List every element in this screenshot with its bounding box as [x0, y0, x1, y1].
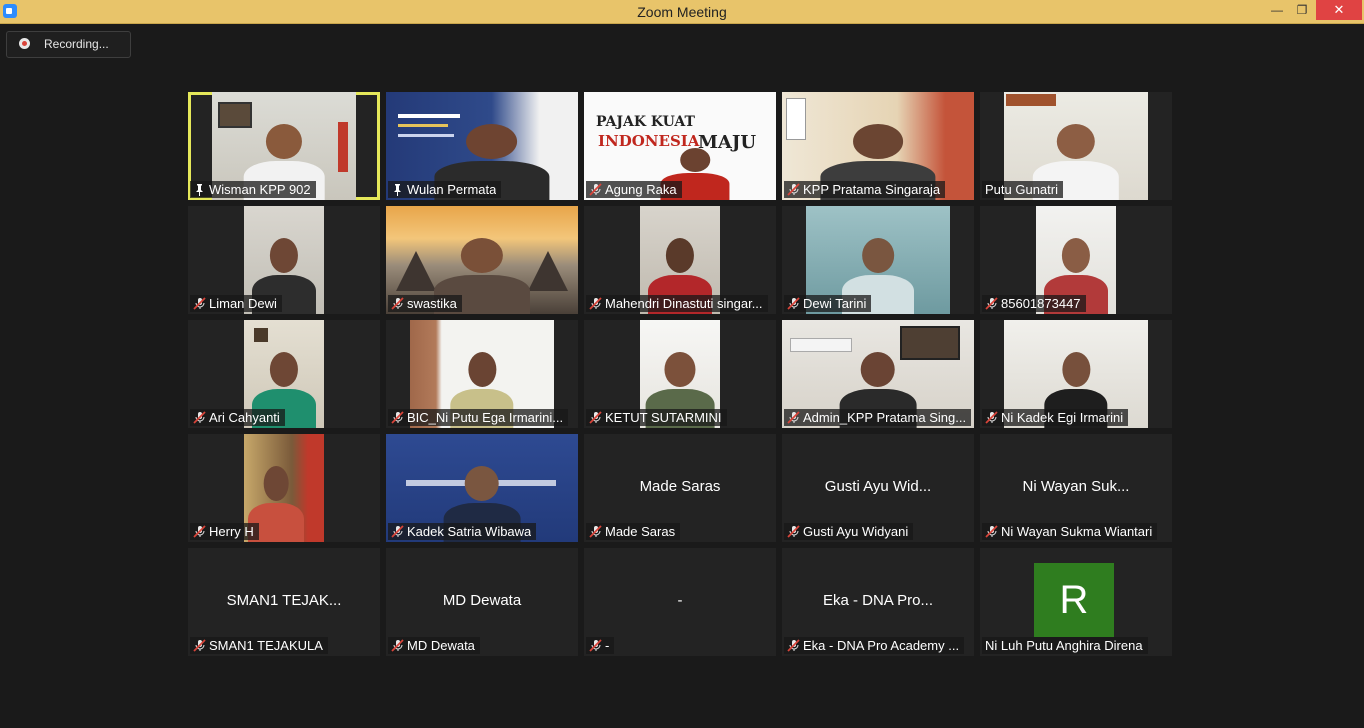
participant-tile[interactable]: SMAN1 TEJAK... SMAN1 TEJAKULA: [188, 548, 380, 656]
participant-name-tag: swastika: [388, 295, 462, 312]
mic-muted-icon: [589, 525, 602, 538]
participant-name-tag: Ni Wayan Sukma Wiantari: [982, 523, 1158, 540]
recording-label: Recording...: [44, 37, 109, 51]
pin-icon: [394, 184, 401, 196]
participant-display-name: Eka - DNA Pro...: [822, 592, 934, 609]
participant-name-tag: Ari Cahyanti: [190, 409, 285, 426]
mic-muted-icon: [391, 525, 404, 538]
participant-name-tag: KETUT SUTARMINI: [586, 409, 727, 426]
participant-name-tag: KPP Pratama Singaraja: [784, 181, 946, 198]
participant-tile[interactable]: Wisman KPP 902: [188, 92, 380, 200]
participant-tile[interactable]: Mahendri Dinastuti singar...: [584, 206, 776, 314]
mic-muted-icon: [391, 297, 404, 310]
participant-tile[interactable]: Dewi Tarini: [782, 206, 974, 314]
mic-muted-icon: [193, 297, 206, 310]
participant-name-tag: BIC_Ni Putu Ega Irmarini...: [388, 409, 569, 426]
participant-tile[interactable]: KETUT SUTARMINI: [584, 320, 776, 428]
mic-muted-icon: [589, 297, 602, 310]
participant-display-name: Gusti Ayu Wid...: [824, 478, 932, 495]
participant-tile[interactable]: Made Saras Made Saras: [584, 434, 776, 542]
participant-tile[interactable]: KPP Pratama Singaraja: [782, 92, 974, 200]
participant-tile[interactable]: - -: [584, 548, 776, 656]
maximize-button[interactable]: ❐: [1287, 0, 1317, 20]
participant-tile[interactable]: Eka - DNA Pro... Eka - DNA Pro Academy .…: [782, 548, 974, 656]
participant-tile[interactable]: BIC_Ni Putu Ega Irmarini...: [386, 320, 578, 428]
recording-indicator[interactable]: Recording...: [6, 31, 131, 58]
participant-display-name: Ni Wayan Suk...: [1022, 478, 1130, 495]
participant-tile[interactable]: Liman Dewi: [188, 206, 380, 314]
participant-display-name: SMAN1 TEJAK...: [226, 592, 342, 609]
mic-muted-icon: [391, 411, 404, 424]
participant-display-name: MD Dewata: [442, 592, 522, 609]
mic-muted-icon: [985, 525, 998, 538]
participant-tile[interactable]: R Ni Luh Putu Anghira Direna: [980, 548, 1172, 656]
participant-name-tag: Gusti Ayu Widyani: [784, 523, 914, 540]
mic-muted-icon: [985, 411, 998, 424]
participant-tile[interactable]: Admin_KPP Pratama Sing...: [782, 320, 974, 428]
mic-muted-icon: [589, 411, 602, 424]
mic-muted-icon: [787, 411, 800, 424]
participant-tile[interactable]: Kadek Satria Wibawa: [386, 434, 578, 542]
participant-name-tag: Wulan Permata: [388, 181, 502, 198]
mic-muted-icon: [193, 639, 206, 652]
participant-name-tag: Putu Gunatri: [982, 181, 1063, 198]
participant-name-tag: Ni Kadek Egi Irmarini: [982, 409, 1129, 426]
participant-display-name: Made Saras: [639, 478, 721, 495]
mic-muted-icon: [787, 297, 800, 310]
participant-tile[interactable]: Ni Wayan Suk... Ni Wayan Sukma Wiantari: [980, 434, 1172, 542]
participant-name-tag: 85601873447: [982, 295, 1086, 312]
gallery-view: Wisman KPP 902 Wulan Permata PAJAK KUAT …: [188, 92, 1174, 658]
pin-icon: [196, 184, 203, 196]
window-title: Zoom Meeting: [637, 4, 727, 20]
record-icon: [19, 38, 30, 49]
mic-muted-icon: [787, 183, 800, 196]
close-button[interactable]: ✕: [1316, 0, 1362, 20]
participant-display-name: -: [677, 592, 683, 609]
mic-muted-icon: [391, 639, 404, 652]
participant-tile[interactable]: Gusti Ayu Wid... Gusti Ayu Widyani: [782, 434, 974, 542]
participant-name-tag: -: [586, 637, 615, 654]
participant-name-tag: Admin_KPP Pratama Sing...: [784, 409, 972, 426]
participant-tile[interactable]: MD Dewata MD Dewata: [386, 548, 578, 656]
mic-muted-icon: [589, 183, 602, 196]
participant-name-tag: SMAN1 TEJAKULA: [190, 637, 328, 654]
participant-name-tag: Made Saras: [586, 523, 681, 540]
participant-name-tag: Kadek Satria Wibawa: [388, 523, 537, 540]
participant-name-tag: Eka - DNA Pro Academy ...: [784, 637, 965, 654]
participant-name-tag: Dewi Tarini: [784, 295, 872, 312]
mic-muted-icon: [787, 639, 800, 652]
window-titlebar: Zoom Meeting — ❐ ✕: [0, 0, 1364, 24]
participant-tile[interactable]: PAJAK KUAT INDONESIA MAJU Agung Raka: [584, 92, 776, 200]
participant-tile[interactable]: Putu Gunatri: [980, 92, 1172, 200]
participant-name-tag: Herry H: [190, 523, 259, 540]
participant-tile[interactable]: swastika: [386, 206, 578, 314]
participant-name-tag: Mahendri Dinastuti singar...: [586, 295, 768, 312]
participant-name-tag: Wisman KPP 902: [190, 181, 316, 198]
mic-muted-icon: [589, 639, 602, 652]
mic-muted-icon: [787, 525, 800, 538]
mic-muted-icon: [985, 297, 998, 310]
participant-name-tag: Agung Raka: [586, 181, 682, 198]
mic-muted-icon: [193, 525, 206, 538]
participant-tile[interactable]: 85601873447: [980, 206, 1172, 314]
participant-avatar: R: [1034, 563, 1114, 637]
participant-tile[interactable]: Herry H: [188, 434, 380, 542]
participant-name-tag: Liman Dewi: [190, 295, 282, 312]
participant-tile[interactable]: Ni Kadek Egi Irmarini: [980, 320, 1172, 428]
poster-text-line1: PAJAK KUAT: [596, 114, 695, 130]
participant-tile[interactable]: Wulan Permata: [386, 92, 578, 200]
participant-name-tag: Ni Luh Putu Anghira Direna: [982, 637, 1148, 654]
participant-tile[interactable]: Ari Cahyanti: [188, 320, 380, 428]
participant-name-tag: MD Dewata: [388, 637, 480, 654]
mic-muted-icon: [193, 411, 206, 424]
